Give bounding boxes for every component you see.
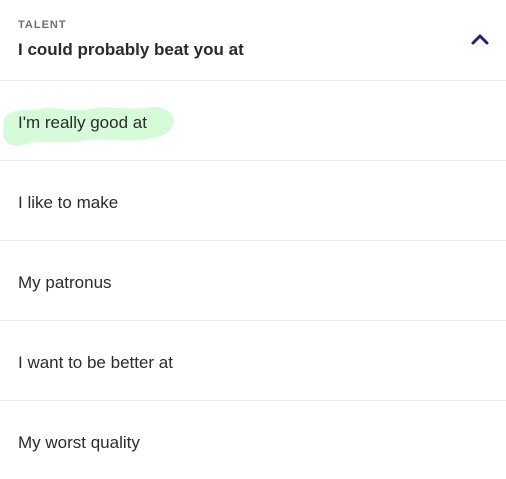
prompt-option-list: I'm really good at I like to make My pat… [0,81,506,479]
option-label: I want to be better at [18,353,173,372]
prompt-option-im-really-good-at[interactable]: I'm really good at [0,81,506,161]
option-label: My worst quality [18,433,140,452]
prompt-picker-panel: TALENT I could probably beat you at I'm … [0,0,506,479]
option-label: My patronus [18,273,112,292]
prompt-category-label: TALENT [18,19,67,31]
prompt-option-i-like-to-make[interactable]: I like to make [0,161,506,241]
prompt-option-my-patronus[interactable]: My patronus [0,241,506,321]
prompt-option-i-want-to-be-better-at[interactable]: I want to be better at [0,321,506,401]
prompt-title: I could probably beat you at [18,40,244,59]
prompt-header[interactable]: TALENT I could probably beat you at [0,0,506,81]
option-label: I like to make [18,193,119,212]
option-label: I'm really good at [18,113,147,132]
chevron-up-icon[interactable] [468,28,492,52]
prompt-option-my-worst-quality[interactable]: My worst quality [0,401,506,479]
